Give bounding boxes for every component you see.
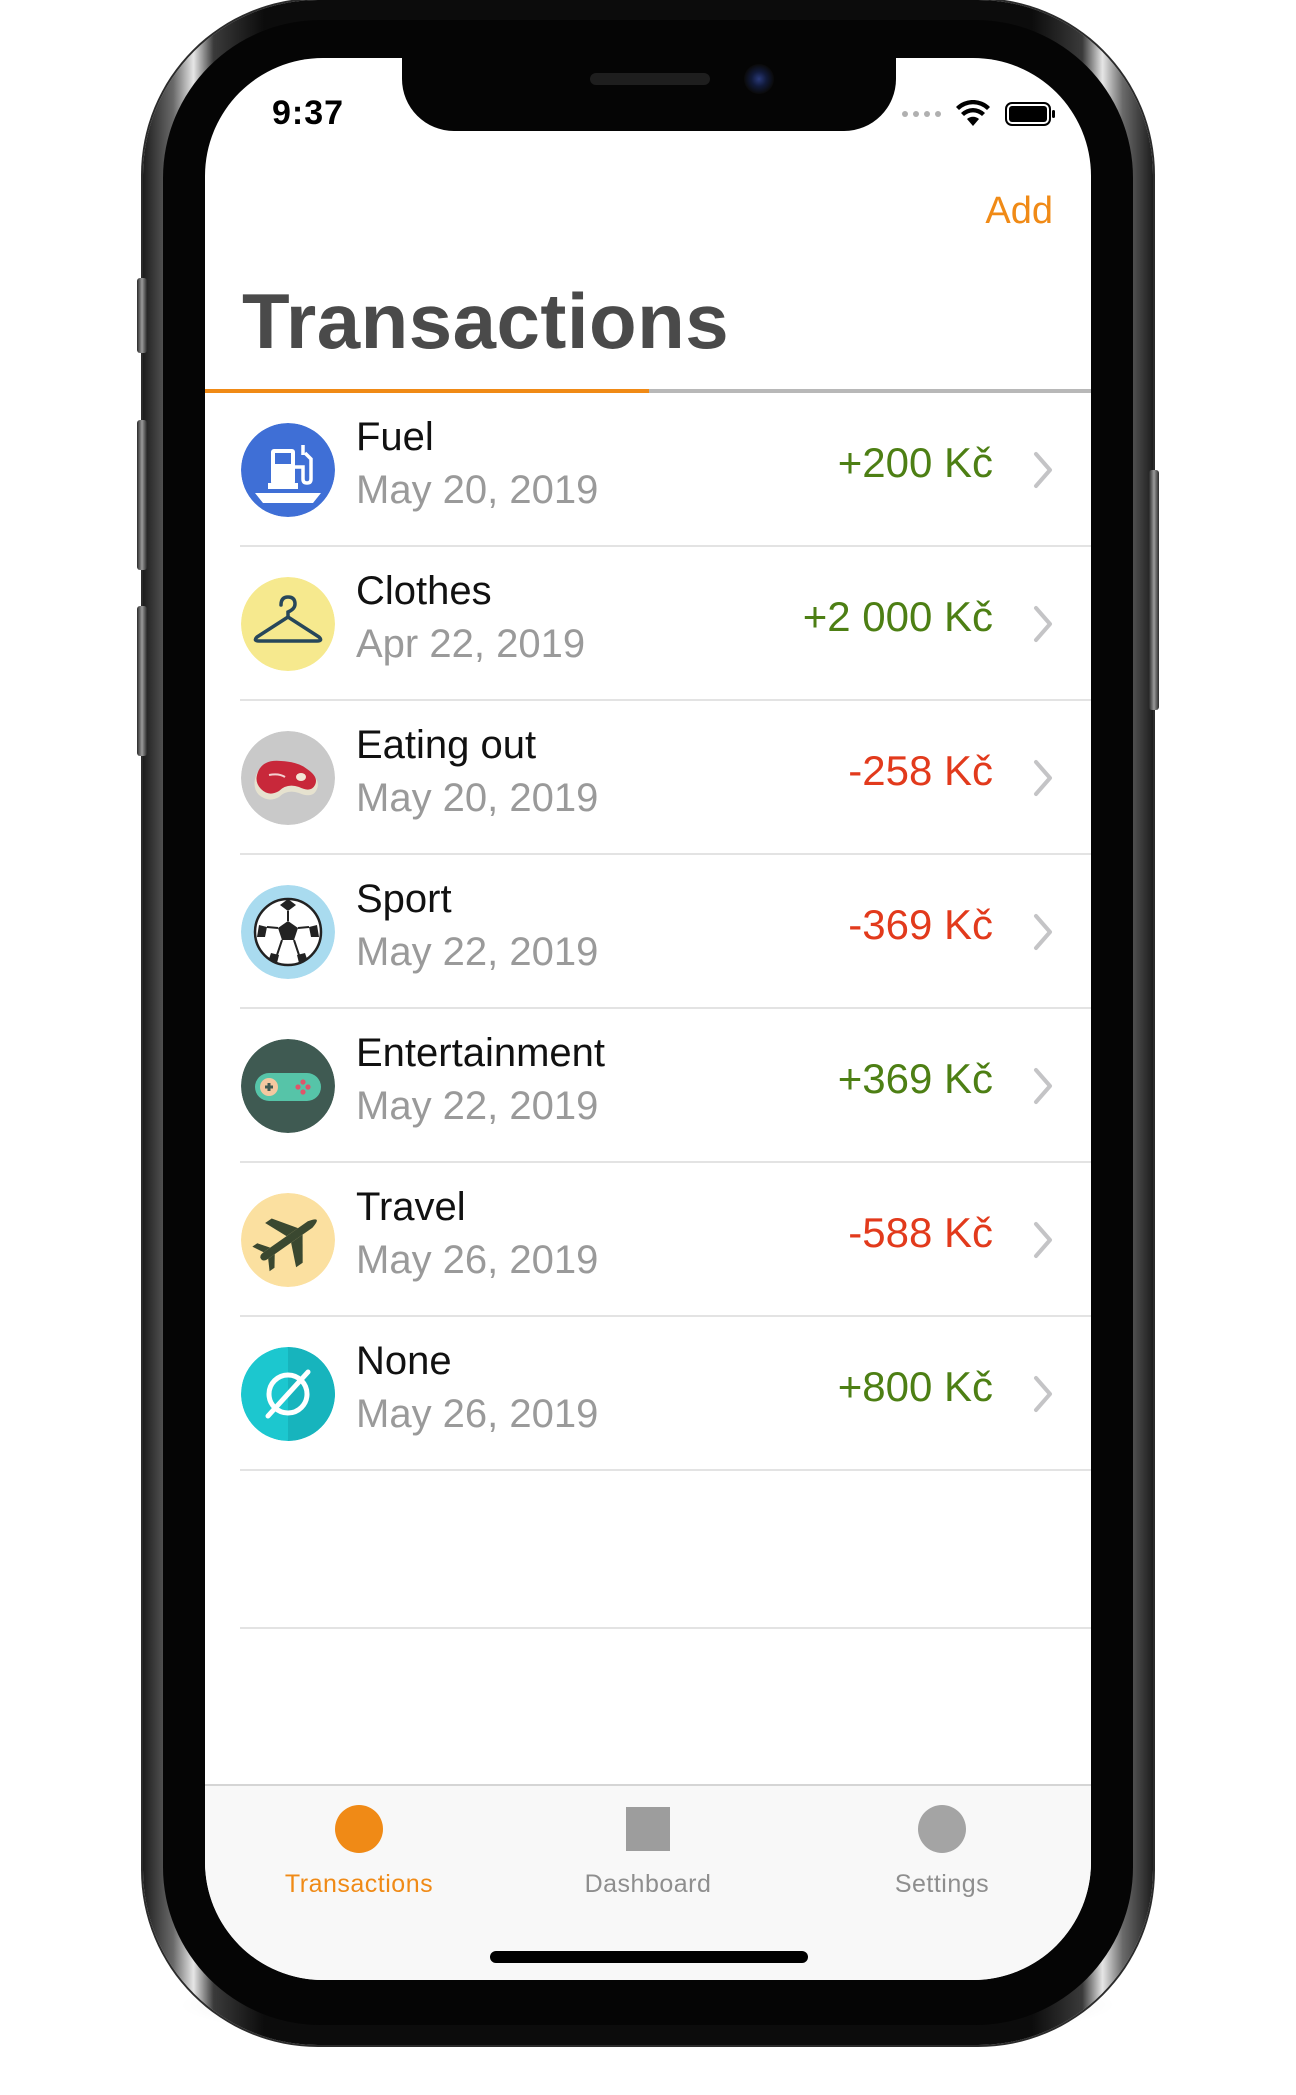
volume-up-button [137, 420, 147, 570]
transaction-row[interactable]: Clothes Apr 22, 2019 +2 000 Kč [205, 547, 1091, 701]
transaction-amount: -258 Kč [848, 747, 993, 794]
transaction-row[interactable]: Eating out May 20, 2019 -258 Kč [205, 701, 1091, 855]
signal-dots-icon [902, 111, 941, 117]
page-title: Transactions [242, 277, 730, 365]
tab-settings[interactable]: Settings [827, 1804, 1057, 1899]
empty-set-icon [241, 1347, 335, 1441]
speaker-grille [590, 73, 710, 85]
hanger-icon [241, 577, 335, 671]
transaction-name: Sport [356, 877, 452, 921]
transaction-name: Eating out [356, 723, 537, 767]
empty-row-separator [240, 1627, 1091, 1629]
chevron-right-icon [1034, 452, 1052, 488]
tab-label: Transactions [284, 1870, 434, 1898]
wifi-icon [956, 100, 990, 126]
transaction-row[interactable]: Fuel May 20, 2019 +200 Kč [205, 393, 1091, 547]
front-camera [744, 64, 774, 94]
tab-label: Settings [894, 1870, 990, 1898]
chevron-right-icon [1034, 1222, 1052, 1258]
tab-label: Dashboard [584, 1870, 712, 1898]
app-screen: 9:37 Add Transactions Fuel May 20, 2019 … [205, 58, 1091, 1980]
status-icons [902, 96, 1057, 132]
transaction-list: Fuel May 20, 2019 +200 Kč Clothes Apr 22… [205, 393, 1091, 1471]
transaction-amount: +369 Kč [837, 1055, 993, 1102]
transaction-row[interactable]: None May 26, 2019 +800 Kč [205, 1317, 1091, 1471]
volume-down-button [137, 606, 147, 756]
airplane-icon [241, 1193, 335, 1287]
transaction-date: May 22, 2019 [356, 1084, 599, 1128]
chevron-right-icon [1034, 1068, 1052, 1104]
chevron-right-icon [1034, 914, 1052, 950]
chevron-right-icon [1034, 760, 1052, 796]
transaction-name: Entertainment [356, 1031, 606, 1075]
row-separator [240, 1469, 1091, 1471]
transaction-date: May 26, 2019 [356, 1392, 599, 1436]
tab-dashboard[interactable]: Dashboard [533, 1804, 763, 1899]
transaction-name: Travel [356, 1185, 466, 1229]
transaction-date: Apr 22, 2019 [356, 622, 586, 666]
circle-icon [335, 1805, 383, 1853]
square-icon [626, 1807, 670, 1851]
transaction-name: None [356, 1339, 452, 1383]
home-indicator[interactable] [490, 1951, 808, 1963]
add-button[interactable]: Add [985, 190, 1053, 233]
chevron-right-icon [1034, 1376, 1052, 1412]
transaction-amount: +800 Kč [837, 1363, 993, 1410]
transaction-date: May 22, 2019 [356, 930, 599, 974]
power-button [1149, 470, 1159, 710]
transaction-name: Fuel [356, 415, 434, 459]
transaction-row[interactable]: Entertainment May 22, 2019 +369 Kč [205, 1009, 1091, 1163]
transaction-amount: +200 Kč [837, 439, 993, 486]
tab-transactions[interactable]: Transactions [244, 1804, 474, 1899]
transaction-name: Clothes [356, 569, 492, 613]
device-notch [402, 58, 896, 131]
transaction-amount: -588 Kč [848, 1209, 993, 1256]
status-time: 9:37 [272, 94, 345, 132]
steak-icon [241, 731, 335, 825]
transaction-row[interactable]: Travel May 26, 2019 -588 Kč [205, 1163, 1091, 1317]
transaction-date: May 20, 2019 [356, 776, 599, 820]
circle-icon [918, 1805, 966, 1853]
mute-switch [137, 278, 147, 353]
transaction-date: May 26, 2019 [356, 1238, 599, 1282]
fuel-pump-icon [241, 423, 335, 517]
chevron-right-icon [1034, 606, 1052, 642]
gamepad-icon [241, 1039, 335, 1133]
soccer-ball-icon [241, 885, 335, 979]
transaction-amount: -369 Kč [848, 901, 993, 948]
transaction-date: May 20, 2019 [356, 468, 599, 512]
battery-icon [1005, 102, 1055, 126]
transaction-row[interactable]: Sport May 22, 2019 -369 Kč [205, 855, 1091, 1009]
transaction-amount: +2 000 Kč [802, 593, 993, 640]
